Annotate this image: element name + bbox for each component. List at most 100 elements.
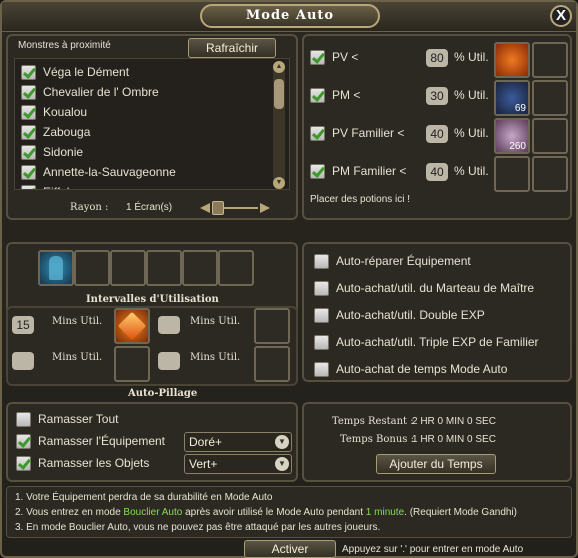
notes-panel: 1. Votre Équipement perdra de sa durabil…: [6, 486, 572, 538]
note-2-highlight-b: 1 minute: [365, 507, 405, 518]
scroll-thumb[interactable]: [274, 79, 284, 109]
skill-slot-4[interactable]: [146, 250, 182, 286]
skill-slot-2[interactable]: [74, 250, 110, 286]
interval-input-2[interactable]: [158, 316, 180, 334]
auto-option-checkbox[interactable]: [314, 362, 329, 377]
range-slider[interactable]: [200, 200, 270, 216]
auto-option-checkbox[interactable]: [314, 308, 329, 323]
potion-checkbox[interactable]: [310, 50, 325, 65]
bonus-label: Temps Bonus :: [340, 434, 414, 445]
potions-hint: Placer des potions ici !: [310, 194, 411, 205]
loot-panel: Ramasser Tout Ramasser l'Équipement Doré+ ▼…: [6, 402, 298, 482]
potion-checkbox[interactable]: [310, 126, 325, 141]
slider-right-icon[interactable]: [260, 203, 270, 213]
loot-quality-select[interactable]: Vert+ ▼: [184, 454, 292, 474]
monster-label: Eiffel: [43, 185, 69, 189]
interval-skill-slot-3[interactable]: [114, 346, 150, 382]
monster-checkbox[interactable]: [21, 105, 36, 120]
monster-label: Zabouga: [43, 125, 91, 139]
monster-list-item[interactable]: Koualou: [19, 103, 269, 123]
skill-slot-3[interactable]: [110, 250, 146, 286]
potion-slot-empty[interactable]: [532, 42, 568, 78]
potion-slot-empty[interactable]: [532, 80, 568, 116]
note-2-part-c: après avoir utilisé le Mode Auto pendant: [182, 507, 366, 518]
monster-list-item[interactable]: Chevalier de l' Ombre: [19, 83, 269, 103]
monster-checkbox[interactable]: [21, 185, 36, 189]
monster-checkbox[interactable]: [21, 65, 36, 80]
potion-threshold-input[interactable]: 40: [426, 125, 448, 143]
loot-quality-select[interactable]: Doré+ ▼: [184, 432, 292, 452]
potion-threshold-input[interactable]: 40: [426, 163, 448, 181]
pillage-title: Auto-Pillage: [128, 388, 198, 399]
interval-label-3: Mins Util.: [52, 352, 103, 363]
potion-threshold-input[interactable]: 80: [426, 49, 448, 67]
interval-skill-slot-4[interactable]: [254, 346, 290, 382]
monsters-title: Monstres à proximité: [18, 40, 111, 51]
interval-input-4[interactable]: [158, 352, 180, 370]
monster-list-scrollbar[interactable]: ▲ ▼: [273, 61, 285, 189]
monster-label: Annette-la-Sauvageonne: [43, 165, 176, 179]
monster-checkbox[interactable]: [21, 125, 36, 140]
monster-label: Sidonie: [43, 145, 84, 159]
monster-list-item[interactable]: Annette-la-Sauvageonne: [19, 163, 269, 183]
monster-list-item[interactable]: Véga le Dément: [19, 63, 269, 83]
chevron-down-icon[interactable]: ▼: [275, 435, 289, 449]
chevron-down-icon[interactable]: ▼: [275, 457, 289, 471]
range-value: 1 Écran(s): [126, 202, 173, 213]
potion-slot[interactable]: [494, 156, 530, 192]
note-2-part-a: 2. Vous entrez en mode: [15, 507, 124, 518]
remaining-label: Temps Restant :: [332, 416, 414, 427]
scroll-down-icon[interactable]: ▼: [273, 177, 285, 189]
potion-slot[interactable]: 260: [494, 118, 530, 154]
monster-list-item[interactable]: Zabouga: [19, 123, 269, 143]
monster-list-item[interactable]: Sidonie: [19, 143, 269, 163]
auto-option-checkbox[interactable]: [314, 281, 329, 296]
loot-quality-value: Vert+: [189, 457, 218, 471]
potion-threshold-input[interactable]: 30: [426, 87, 448, 105]
auto-option-checkbox[interactable]: [314, 335, 329, 350]
potion-label: PV <: [332, 50, 359, 64]
skill-slot-6[interactable]: [218, 250, 254, 286]
interval-label-4: Mins Util.: [190, 352, 241, 363]
interval-input-3[interactable]: [12, 352, 34, 370]
potion-count: 69: [514, 103, 526, 114]
scroll-up-icon[interactable]: ▲: [273, 61, 285, 73]
potion-unit: % Util.: [454, 50, 489, 64]
monster-list-item[interactable]: Eiffel: [19, 183, 269, 189]
potion-slot-empty[interactable]: [532, 156, 568, 192]
auto-option-label: Auto-achat/util. Double EXP: [336, 308, 485, 322]
loot-checkbox[interactable]: [16, 434, 31, 449]
auto-option-label: Auto-achat/util. du Marteau de Maître: [336, 281, 535, 295]
skill-slot-1[interactable]: [38, 250, 74, 286]
potion-checkbox[interactable]: [310, 88, 325, 103]
potion-slot[interactable]: 69: [494, 80, 530, 116]
loot-checkbox[interactable]: [16, 456, 31, 471]
slider-left-icon[interactable]: [200, 203, 210, 213]
interval-skill-slot-1[interactable]: [114, 308, 150, 344]
auto-option-checkbox[interactable]: [314, 254, 329, 269]
footer-hint: Appuyez sur '.' pour entrer en mode Auto: [342, 544, 524, 555]
monster-checkbox[interactable]: [21, 85, 36, 100]
monster-checkbox[interactable]: [21, 145, 36, 160]
close-button[interactable]: X: [550, 5, 572, 27]
monster-list[interactable]: Véga le Dément Chevalier de l' Ombre Koual…: [14, 58, 290, 190]
loot-checkbox[interactable]: [16, 412, 31, 427]
auto-options-panel: Auto-réparer Équipement Auto-achat/util. …: [302, 242, 572, 382]
interval-input-1[interactable]: 15: [12, 316, 34, 334]
potion-unit: % Util.: [454, 126, 489, 140]
monster-label: Chevalier de l' Ombre: [43, 85, 159, 99]
skill-slot-5[interactable]: [182, 250, 218, 286]
time-panel: Temps Restant : 2 HR 0 MIN 0 SEC Temps B…: [302, 402, 572, 482]
refresh-button[interactable]: Rafraîchir: [188, 38, 276, 58]
loot-label: Ramasser l'Équipement: [38, 434, 166, 448]
activate-button[interactable]: Activer: [244, 540, 336, 558]
potion-label: PV Familier <: [332, 126, 405, 140]
potion-slot-empty[interactable]: [532, 118, 568, 154]
monster-checkbox[interactable]: [21, 165, 36, 180]
potion-slot[interactable]: [494, 42, 530, 78]
slider-thumb[interactable]: [212, 201, 224, 215]
interval-skill-slot-2[interactable]: [254, 308, 290, 344]
potion-checkbox[interactable]: [310, 164, 325, 179]
skill-figure-icon: [49, 256, 63, 280]
add-time-button[interactable]: Ajouter du Temps: [376, 454, 496, 474]
